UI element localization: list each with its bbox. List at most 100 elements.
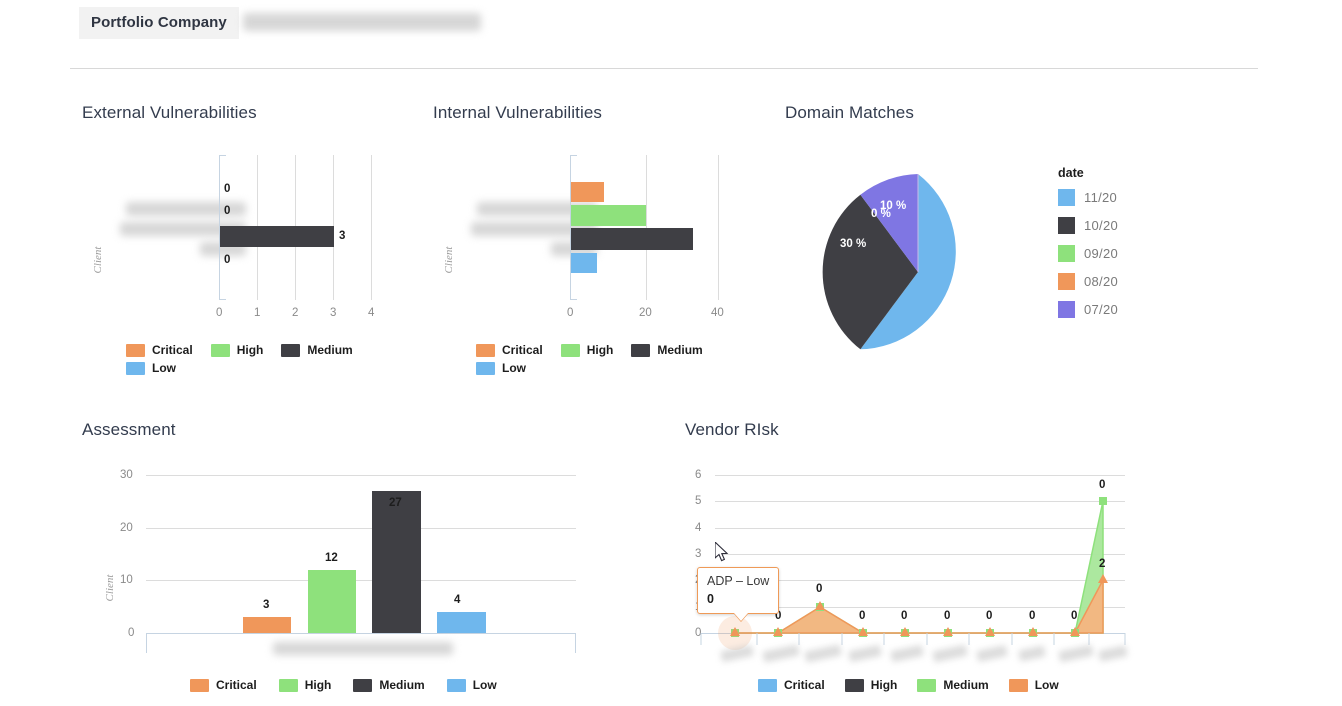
legend-item-high[interactable]: High	[844, 678, 897, 692]
swatch-07-20-icon	[1058, 301, 1075, 318]
internal-bar-critical[interactable]	[571, 182, 604, 202]
company-name-redacted	[243, 13, 481, 31]
legend-item-low[interactable]: Low	[476, 361, 744, 375]
assessment-gridline-10	[146, 580, 576, 581]
legend-label-low: Low	[502, 361, 526, 375]
vendor-point-label-2: 0	[816, 583, 823, 595]
swatch-10-20-icon	[1058, 217, 1075, 234]
legend-item-high[interactable]: High	[560, 343, 614, 357]
internal-bar-low[interactable]	[571, 253, 597, 273]
chart-assessment[interactable]: Client 30 20 10 0 3 12 27 4	[82, 458, 582, 658]
vendor-point-label-5: 0	[944, 610, 951, 622]
legend-item-low[interactable]: Low	[446, 678, 497, 692]
legend-item-medium[interactable]: Medium	[353, 678, 425, 692]
assessment-category-redacted	[273, 642, 453, 655]
pie-legend-item-11-20[interactable]: 11/20	[1058, 189, 1118, 206]
vendor-point-label-6: 0	[986, 610, 993, 622]
swatch-low-icon	[126, 361, 145, 375]
panel-internal-vulnerabilities: Internal Vulnerabilities	[433, 103, 602, 123]
internal-xtick-0: 0	[567, 307, 574, 319]
swatch-high-icon	[844, 678, 864, 692]
legend-item-medium[interactable]: Medium	[917, 678, 989, 692]
chart-domain-matches[interactable]: 60 % 30 % 0 % 10 %	[818, 172, 1018, 372]
pie-legend-item-07-20[interactable]: 07/20	[1058, 301, 1118, 318]
swatch-low-icon	[446, 678, 466, 692]
external-y-axis-cap-bottom	[219, 299, 226, 300]
external-label-high: 0	[224, 205, 231, 217]
pie-legend-item-10-20[interactable]: 10/20	[1058, 217, 1118, 234]
legend-label-critical: Critical	[216, 678, 257, 692]
legend-item-high[interactable]: High	[210, 343, 264, 357]
header-divider	[70, 68, 1258, 69]
legend-item-low[interactable]: Low	[1008, 678, 1059, 692]
domain-matches-pie-svg[interactable]	[818, 172, 1018, 372]
legend-label-critical: Critical	[152, 343, 193, 357]
external-gridline-4	[371, 155, 372, 300]
assessment-label-high: 12	[325, 552, 338, 564]
legend-item-low[interactable]: Low	[126, 361, 394, 375]
external-bar-medium[interactable]	[220, 226, 334, 247]
legend-item-critical[interactable]: Critical	[126, 343, 193, 357]
legend-title-date: date	[1058, 166, 1084, 180]
panel-assessment: Assessment	[82, 420, 176, 440]
swatch-medium-icon	[353, 678, 373, 692]
external-xtick-2: 2	[292, 307, 299, 319]
assessment-gridline-20	[146, 528, 576, 529]
legend-vendor-risk: Critical High Medium Low	[758, 678, 1088, 692]
pie-legend-item-08-20[interactable]: 08/20	[1058, 273, 1118, 290]
vendor-point-label-4: 0	[901, 610, 908, 622]
legend-item-medium[interactable]: Medium	[631, 343, 703, 357]
legend-item-critical[interactable]: Critical	[190, 678, 257, 692]
legend-label-low: Low	[472, 678, 497, 692]
chart-vendor-risk[interactable]: 6 5 4 3 2 1 0	[685, 458, 1135, 663]
swatch-medium-icon	[631, 343, 651, 357]
external-xtick-3: 3	[330, 307, 337, 319]
assessment-bar-low[interactable]	[437, 612, 486, 633]
page-header: Portfolio Company	[0, 0, 1342, 68]
assessment-label-low: 4	[454, 594, 461, 606]
vendor-area-medium[interactable]	[735, 500, 1104, 634]
assessment-bar-medium[interactable]	[372, 491, 421, 633]
external-vulnerabilities-title: External Vulnerabilities	[82, 103, 257, 122]
cursor-arrow-icon	[714, 540, 729, 562]
legend-label-low: Low	[152, 361, 176, 375]
assessment-x-axis-cap-left	[146, 633, 147, 653]
swatch-critical-icon	[190, 678, 209, 692]
vendor-risk-title: Vendor RIsk	[685, 420, 779, 439]
panel-external-vulnerabilities: External Vulnerabilities	[82, 103, 257, 123]
tab-portfolio-company[interactable]: Portfolio Company	[79, 7, 239, 39]
tooltip-value: 0	[707, 591, 714, 606]
vendor-risk-area-svg[interactable]	[685, 458, 1135, 658]
pie-legend-item-09-20[interactable]: 09/20	[1058, 245, 1118, 262]
assessment-ytick-0: 0	[128, 627, 135, 639]
legend-assessment: Critical High Medium Low	[190, 678, 610, 692]
tooltip-arrow-icon	[734, 612, 748, 621]
legend-item-critical[interactable]: Critical	[476, 343, 543, 357]
assessment-bar-critical[interactable]	[243, 617, 291, 633]
pie-legend-label-08-20: 08/20	[1084, 274, 1119, 289]
legend-label-medium: Medium	[379, 678, 425, 692]
internal-bar-medium[interactable]	[571, 228, 693, 250]
swatch-low-icon	[1008, 678, 1028, 692]
legend-label-medium: Medium	[307, 343, 353, 357]
pie-label-07-20: 10 %	[880, 200, 907, 212]
assessment-x-axis	[146, 633, 576, 634]
vendor-marker-medium-9[interactable]	[1099, 497, 1107, 505]
internal-vulnerabilities-title: Internal Vulnerabilities	[433, 103, 603, 122]
legend-label-high: High	[586, 343, 614, 357]
legend-item-critical[interactable]: Critical	[758, 678, 825, 692]
assessment-bar-high[interactable]	[308, 570, 356, 633]
internal-y-axis-label: Client	[443, 246, 455, 274]
vendor-area-low[interactable]	[735, 579, 1104, 634]
vendor-point-label-9-medium: 0	[1099, 479, 1106, 491]
panel-vendor-risk: Vendor RIsk	[685, 420, 779, 440]
external-xtick-0: 0	[216, 307, 223, 319]
internal-bar-high[interactable]	[571, 205, 646, 226]
assessment-label-medium: 27	[389, 497, 402, 509]
legend-label-high: High	[236, 343, 264, 357]
legend-item-high[interactable]: High	[278, 678, 331, 692]
legend-label-low: Low	[1034, 678, 1059, 692]
legend-item-medium[interactable]: Medium	[281, 343, 353, 357]
pie-legend-label-11-20: 11/20	[1084, 190, 1118, 205]
swatch-08-20-icon	[1058, 273, 1075, 290]
